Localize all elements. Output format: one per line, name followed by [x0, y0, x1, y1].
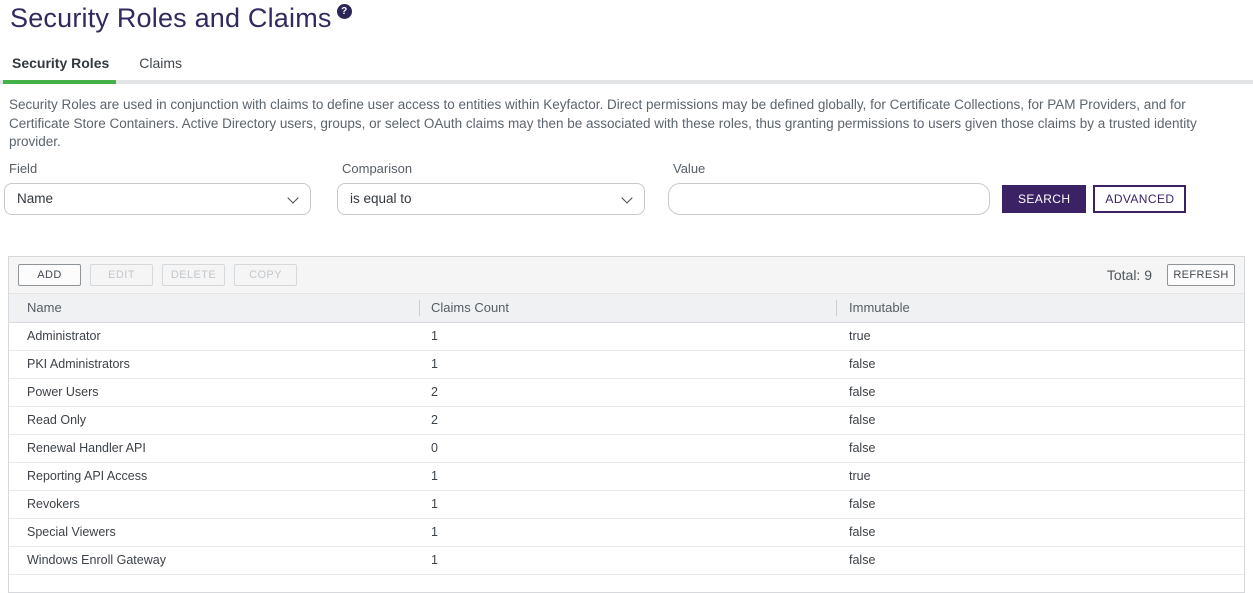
advanced-button[interactable]: ADVANCED: [1093, 185, 1186, 213]
cell-claims-count: 0: [419, 435, 836, 462]
table-header: Name Claims Count Immutable: [9, 294, 1244, 323]
cell-claims-count: 2: [419, 407, 836, 434]
cell-name: Windows Enroll Gateway: [9, 547, 419, 574]
table-body: Administrator1truePKI Administrators1fal…: [9, 323, 1244, 575]
comparison-group: Comparison is equal to: [337, 161, 645, 215]
cell-claims-count: 1: [419, 351, 836, 378]
search-button[interactable]: SEARCH: [1002, 185, 1086, 213]
page-description: Security Roles are used in conjunction w…: [9, 96, 1243, 152]
cell-name: Renewal Handler API: [9, 435, 419, 462]
cell-immutable: false: [836, 519, 1244, 546]
field-label: Field: [9, 161, 311, 176]
table-row[interactable]: Administrator1true: [9, 323, 1244, 351]
header-cell-claims-count: Claims Count: [419, 294, 836, 322]
table-row[interactable]: PKI Administrators1false: [9, 351, 1244, 379]
table-row[interactable]: Reporting API Access1true: [9, 463, 1244, 491]
comparison-label: Comparison: [342, 161, 645, 176]
tab-security-roles[interactable]: Security Roles: [12, 55, 109, 80]
edit-button: EDIT: [90, 264, 153, 286]
cell-immutable: false: [836, 407, 1244, 434]
help-icon[interactable]: ?: [337, 4, 352, 19]
cell-claims-count: 1: [419, 463, 836, 490]
cell-claims-count: 1: [419, 491, 836, 518]
cell-name: Power Users: [9, 379, 419, 406]
cell-immutable: false: [836, 379, 1244, 406]
comparison-select[interactable]: is equal to: [337, 183, 645, 215]
total-count: Total: 9: [1107, 267, 1152, 283]
delete-button: DELETE: [162, 264, 225, 286]
add-button[interactable]: ADD: [18, 264, 81, 286]
cell-immutable: false: [836, 491, 1244, 518]
search-filter-bar: Field Name Comparison is equal to Value …: [4, 161, 1253, 215]
roles-table: ADD EDIT DELETE COPY Total: 9 REFRESH Na…: [8, 256, 1245, 593]
cell-immutable: false: [836, 547, 1244, 574]
cell-name: PKI Administrators: [9, 351, 419, 378]
cell-immutable: true: [836, 463, 1244, 490]
copy-button: COPY: [234, 264, 297, 286]
cell-immutable: true: [836, 323, 1244, 350]
tab-divider: [0, 80, 1253, 84]
value-label: Value: [673, 161, 990, 176]
field-select[interactable]: Name: [4, 183, 311, 215]
table-row[interactable]: Read Only2false: [9, 407, 1244, 435]
cell-claims-count: 1: [419, 519, 836, 546]
cell-name: Read Only: [9, 407, 419, 434]
cell-immutable: false: [836, 435, 1244, 462]
security-roles-page: Security Roles and Claims ? Security Rol…: [0, 3, 1253, 590]
refresh-button[interactable]: REFRESH: [1167, 264, 1235, 286]
cell-name: Administrator: [9, 323, 419, 350]
table-row[interactable]: Revokers1false: [9, 491, 1244, 519]
cell-immutable: false: [836, 351, 1244, 378]
table-row[interactable]: Special Viewers1false: [9, 519, 1244, 547]
tab-claims[interactable]: Claims: [139, 55, 182, 80]
active-tab-underline: [3, 80, 116, 84]
value-input[interactable]: [668, 183, 990, 215]
title-row: Security Roles and Claims ?: [10, 3, 1253, 34]
table-row[interactable]: Windows Enroll Gateway1false: [9, 547, 1244, 575]
table-row[interactable]: Power Users2false: [9, 379, 1244, 407]
cell-claims-count: 1: [419, 547, 836, 574]
cell-name: Special Viewers: [9, 519, 419, 546]
table-row[interactable]: Renewal Handler API0false: [9, 435, 1244, 463]
tab-bar: Security Roles Claims: [12, 55, 1253, 80]
field-group: Field Name: [4, 161, 311, 215]
page-title: Security Roles and Claims: [10, 3, 332, 34]
cell-name: Revokers: [9, 491, 419, 518]
cell-claims-count: 1: [419, 323, 836, 350]
cell-claims-count: 2: [419, 379, 836, 406]
header-cell-name: Name: [9, 294, 419, 322]
header-cell-immutable: Immutable: [836, 294, 1244, 322]
table-footer: [9, 575, 1244, 592]
table-toolbar: ADD EDIT DELETE COPY Total: 9 REFRESH: [9, 257, 1244, 294]
value-group: Value: [668, 161, 990, 215]
cell-name: Reporting API Access: [9, 463, 419, 490]
